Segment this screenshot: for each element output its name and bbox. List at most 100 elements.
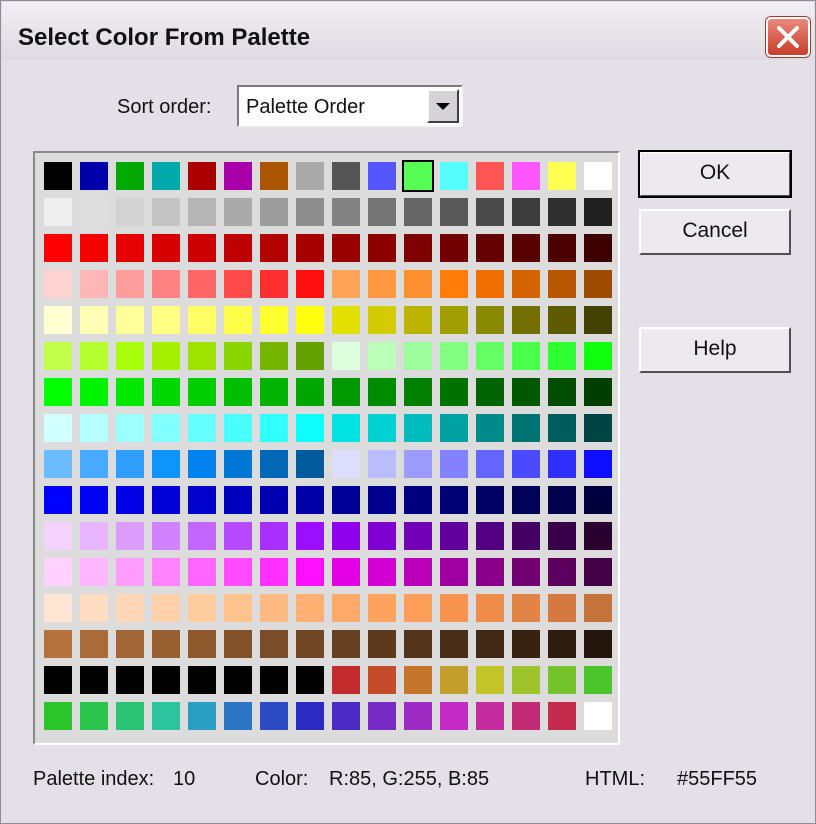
palette-swatch[interactable]: [580, 194, 616, 230]
palette-swatch[interactable]: [40, 230, 76, 266]
palette-swatch[interactable]: [220, 590, 256, 626]
palette-swatch[interactable]: [508, 662, 544, 698]
palette-swatch[interactable]: [148, 230, 184, 266]
palette-swatch[interactable]: [292, 410, 328, 446]
palette-swatch[interactable]: [328, 554, 364, 590]
palette-swatch[interactable]: [292, 194, 328, 230]
palette-swatch[interactable]: [76, 374, 112, 410]
palette-swatch[interactable]: [364, 662, 400, 698]
palette-swatch[interactable]: [148, 410, 184, 446]
palette-swatch[interactable]: [400, 518, 436, 554]
palette-swatch[interactable]: [364, 482, 400, 518]
palette-swatch[interactable]: [76, 338, 112, 374]
palette-swatch[interactable]: [292, 482, 328, 518]
palette-swatch[interactable]: [508, 554, 544, 590]
palette-swatch[interactable]: [292, 446, 328, 482]
palette-swatch[interactable]: [364, 266, 400, 302]
palette-swatch[interactable]: [472, 626, 508, 662]
palette-swatch[interactable]: [184, 590, 220, 626]
palette-swatch[interactable]: [292, 554, 328, 590]
palette-swatch[interactable]: [292, 698, 328, 734]
palette-swatch[interactable]: [76, 482, 112, 518]
palette-swatch[interactable]: [184, 662, 220, 698]
palette-swatch[interactable]: [400, 266, 436, 302]
palette-swatch[interactable]: [508, 626, 544, 662]
palette-swatch[interactable]: [328, 446, 364, 482]
palette-swatch[interactable]: [76, 662, 112, 698]
palette-swatch[interactable]: [328, 590, 364, 626]
palette-swatch[interactable]: [508, 446, 544, 482]
palette-swatch[interactable]: [148, 554, 184, 590]
palette-swatch[interactable]: [220, 482, 256, 518]
palette-swatch[interactable]: [220, 194, 256, 230]
palette-swatch[interactable]: [256, 266, 292, 302]
palette-swatch[interactable]: [184, 374, 220, 410]
palette-swatch[interactable]: [220, 338, 256, 374]
palette-swatch[interactable]: [544, 698, 580, 734]
palette-swatch[interactable]: [112, 194, 148, 230]
palette-swatch[interactable]: [112, 410, 148, 446]
palette-swatch[interactable]: [184, 158, 220, 194]
palette-swatch[interactable]: [364, 194, 400, 230]
palette-swatch[interactable]: [472, 230, 508, 266]
palette-swatch[interactable]: [328, 374, 364, 410]
palette-swatch[interactable]: [472, 410, 508, 446]
palette-swatch[interactable]: [472, 374, 508, 410]
palette-swatch[interactable]: [148, 194, 184, 230]
palette-swatch[interactable]: [292, 230, 328, 266]
palette-swatch[interactable]: [364, 158, 400, 194]
palette-swatch[interactable]: [220, 158, 256, 194]
palette-swatch[interactable]: [256, 482, 292, 518]
palette-swatch[interactable]: [544, 266, 580, 302]
palette-swatch[interactable]: [400, 374, 436, 410]
palette-swatch[interactable]: [508, 158, 544, 194]
palette-swatch[interactable]: [40, 482, 76, 518]
palette-swatch[interactable]: [40, 626, 76, 662]
palette-swatch[interactable]: [256, 230, 292, 266]
palette-swatch[interactable]: [508, 518, 544, 554]
palette-swatch[interactable]: [112, 554, 148, 590]
palette-swatch[interactable]: [40, 446, 76, 482]
palette-swatch[interactable]: [580, 374, 616, 410]
palette-swatch[interactable]: [400, 194, 436, 230]
palette-swatch[interactable]: [544, 482, 580, 518]
palette-swatch[interactable]: [364, 590, 400, 626]
palette-swatch[interactable]: [256, 302, 292, 338]
palette-swatch[interactable]: [544, 590, 580, 626]
palette-swatch[interactable]: [256, 518, 292, 554]
palette-swatch[interactable]: [220, 662, 256, 698]
palette-swatch[interactable]: [184, 698, 220, 734]
palette-swatch[interactable]: [436, 302, 472, 338]
palette-swatch[interactable]: [220, 698, 256, 734]
palette-swatch[interactable]: [256, 662, 292, 698]
palette-swatch[interactable]: [184, 266, 220, 302]
palette-swatch[interactable]: [40, 554, 76, 590]
palette-swatch[interactable]: [256, 590, 292, 626]
palette-swatch[interactable]: [292, 626, 328, 662]
palette-swatch[interactable]: [328, 266, 364, 302]
palette-swatch[interactable]: [256, 338, 292, 374]
palette-swatch[interactable]: [256, 698, 292, 734]
palette-swatch[interactable]: [508, 230, 544, 266]
palette-swatch[interactable]: [400, 554, 436, 590]
palette-swatch[interactable]: [112, 626, 148, 662]
palette-swatch[interactable]: [508, 338, 544, 374]
palette-swatch[interactable]: [400, 482, 436, 518]
close-button[interactable]: [766, 17, 810, 57]
palette-swatch[interactable]: [544, 626, 580, 662]
palette-swatch[interactable]: [508, 410, 544, 446]
palette-swatch[interactable]: [112, 446, 148, 482]
palette-swatch[interactable]: [40, 374, 76, 410]
palette-swatch[interactable]: [76, 302, 112, 338]
palette-swatch[interactable]: [328, 302, 364, 338]
palette-swatch[interactable]: [328, 410, 364, 446]
palette-swatch[interactable]: [328, 482, 364, 518]
palette-swatch[interactable]: [184, 230, 220, 266]
palette-swatch[interactable]: [328, 158, 364, 194]
palette-swatch[interactable]: [184, 446, 220, 482]
palette-swatch[interactable]: [400, 590, 436, 626]
palette-swatch[interactable]: [436, 626, 472, 662]
palette-swatch[interactable]: [580, 626, 616, 662]
palette-swatch[interactable]: [220, 446, 256, 482]
palette-swatch[interactable]: [148, 626, 184, 662]
